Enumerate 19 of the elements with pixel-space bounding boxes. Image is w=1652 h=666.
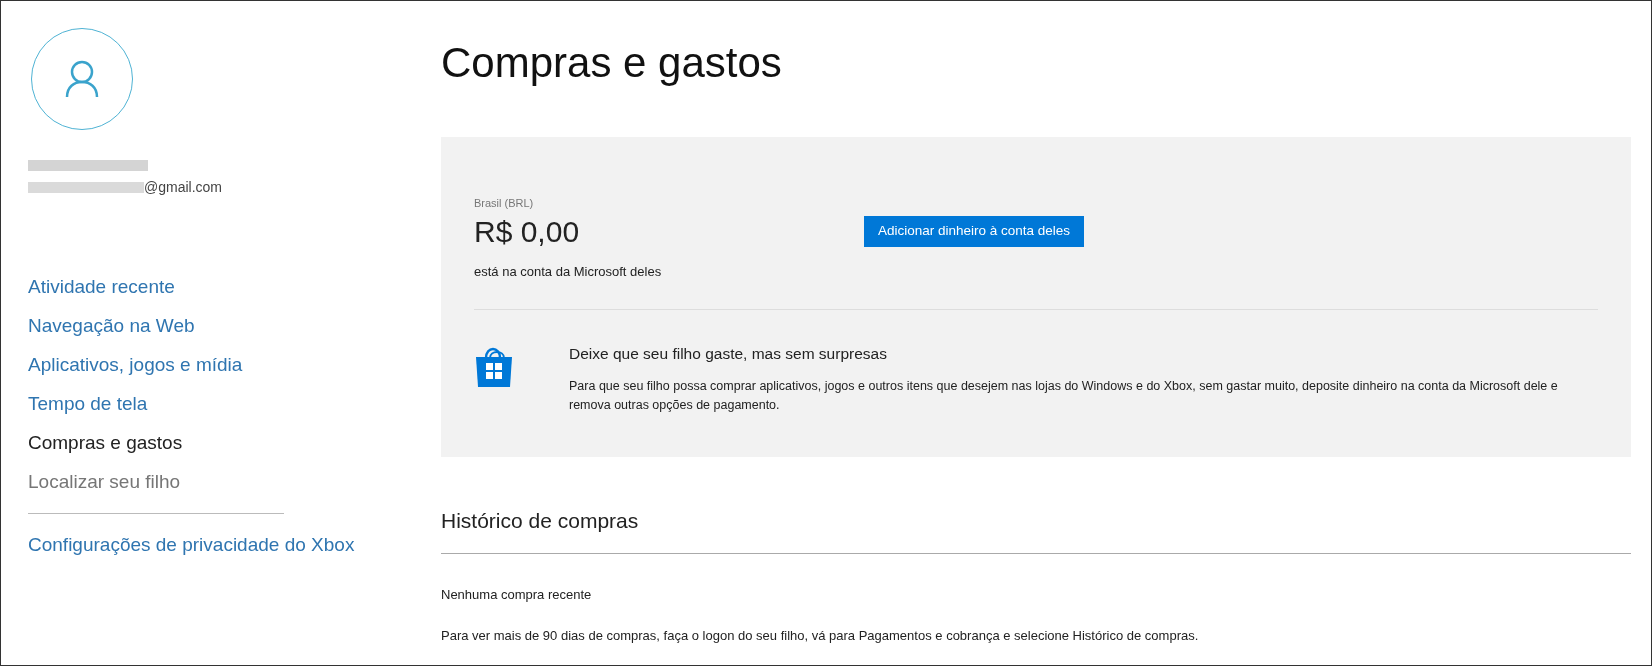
add-money-button[interactable]: Adicionar dinheiro à conta deles — [864, 216, 1085, 247]
tip-title: Deixe que seu filho gaste, mas sem surpresas — [569, 344, 888, 364]
nav-link[interactable]: Tempo de tela — [28, 392, 148, 416]
person-icon — [65, 60, 99, 98]
section-title: Histórico de compras — [441, 508, 640, 534]
history-note: Para ver mais de 90 dias de compras, faça o logon do seu filho, vá para Pagamentos e cobrança e selecione Histórico de compras. — [441, 627, 1200, 645]
balance-caption: está na conta da Microsoft deles — [474, 262, 663, 281]
email-text: @gmail.com — [144, 178, 222, 197]
currency-label: Brasil (BRL) — [474, 196, 535, 211]
page-title: Compras e gastos — [441, 38, 783, 88]
tip-text: Para que seu filho possa comprar aplicativos, jogos e outros itens que desejem nas lojas do Windows e do Xbox, sem gastar muito, deposite dinheiro na conta da Microsoft dele e remova outras opções de pagamento. — [569, 378, 1559, 415]
nav-link[interactable]: Atividade recente — [28, 275, 175, 299]
nav-link[interactable]: Aplicativos, jogos e mídia — [28, 353, 243, 377]
empty-message: Nenhuma compra recente — [441, 585, 593, 604]
balance-amount: R$ 0,00 — [474, 213, 581, 250]
shopping-bag-icon — [474, 346, 514, 388]
nav-link[interactable]: Configurações de privacidade do Xbox — [28, 533, 355, 557]
nav-link[interactable]: Compras e gastos — [28, 431, 183, 455]
nav-link[interactable]: Navegação na Web — [28, 314, 195, 338]
